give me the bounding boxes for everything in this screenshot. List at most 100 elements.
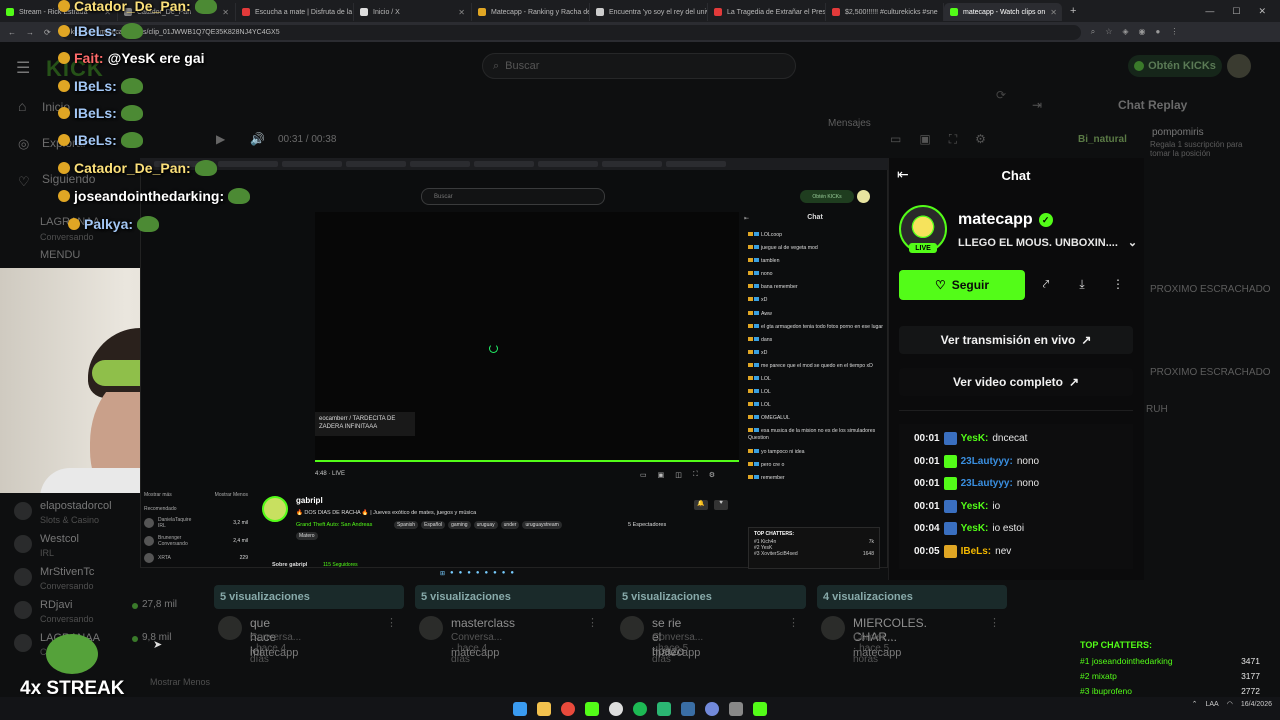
file-explorer-icon[interactable] xyxy=(537,701,551,716)
message-user[interactable]: IBeLs: xyxy=(961,546,992,557)
back-arrow-icon[interactable]: ← xyxy=(8,28,16,37)
pip-icon[interactable]: ▣ xyxy=(919,132,930,147)
bell-icon[interactable]: 🔔 xyxy=(694,500,708,510)
video-channel[interactable]: matecapp xyxy=(652,647,700,659)
theater-icon[interactable]: ▭ xyxy=(640,471,647,479)
spotify-icon[interactable] xyxy=(633,701,647,716)
star-icon[interactable]: ☆ xyxy=(1105,27,1112,37)
url-field[interactable]: kick.com/matecapp/clips/clip_01JWWB1Q7QE… xyxy=(60,24,1081,40)
video-title[interactable]: masterclass xyxy=(451,616,515,630)
stream-category[interactable]: Grand Theft Auto: San Andreas xyxy=(296,522,372,528)
channel-avatar[interactable] xyxy=(821,616,845,640)
keyboard-language[interactable]: LAA xyxy=(1206,701,1219,708)
app-icon[interactable]: ● xyxy=(467,570,471,577)
watch-live-button[interactable]: Ver transmisión en vivo ↗ xyxy=(899,326,1133,354)
zoom-icon[interactable]: ⌕ xyxy=(1091,27,1095,37)
captured-avatar[interactable] xyxy=(857,190,870,203)
get-kicks-button[interactable]: Obtén KICKs xyxy=(1128,55,1222,77)
recommended-channel[interactable]: DanielaTaquire IRL 3,2 mil xyxy=(140,517,252,529)
clip-icon[interactable]: ◫ xyxy=(675,471,682,479)
hamburger-menu-icon[interactable]: ☰ xyxy=(16,58,30,78)
follow-button[interactable]: ♡ Seguir xyxy=(899,270,1025,300)
streamer-name[interactable]: gabripl xyxy=(296,496,323,505)
video-thumbnail[interactable]: 4 visualizaciones xyxy=(817,585,1007,609)
share-icon[interactable]: ⤤ xyxy=(1038,277,1054,293)
show-less-link[interactable]: Mostrar Menos xyxy=(150,677,210,687)
recommended-channel[interactable]: Brunenger Conversando 2,4 mil xyxy=(140,535,252,547)
browser-tab[interactable]: matecapp - Watch clips on ✕ xyxy=(944,3,1062,21)
obs-icon[interactable] xyxy=(609,701,623,716)
more-options-icon[interactable]: ⋮ xyxy=(587,616,598,629)
app-icon[interactable]: ● xyxy=(450,570,454,577)
show-less-link[interactable]: Mostrar Menos xyxy=(215,492,248,498)
message-user[interactable]: YesK: xyxy=(961,433,989,444)
more-options-icon[interactable]: ⋮ xyxy=(788,616,799,629)
search-input[interactable]: ⌕ Buscar xyxy=(482,53,796,79)
show-more-link[interactable]: Mostrar más xyxy=(144,492,172,498)
more-options-icon[interactable]: ⋮ xyxy=(386,616,397,629)
refresh-icon[interactable]: ⟳ xyxy=(996,88,1006,102)
wifi-icon[interactable]: ◠ xyxy=(1227,700,1233,708)
channel-avatar[interactable] xyxy=(419,616,443,640)
browser-tab[interactable]: $2,500!!!!!! #culturekicks #sne✕ xyxy=(826,3,944,21)
fullscreen-icon[interactable]: ⛶ xyxy=(949,132,957,147)
pip-icon[interactable]: ▣ xyxy=(658,471,665,479)
message-user[interactable]: YesK: xyxy=(961,501,989,512)
collapse-chat-icon[interactable]: ⇥ xyxy=(1032,98,1042,112)
windows-start-icon[interactable] xyxy=(513,701,527,716)
video-thumbnail[interactable]: 5 visualizaciones xyxy=(415,585,605,609)
discord-icon[interactable] xyxy=(705,701,719,716)
minimize-button[interactable]: — xyxy=(1205,6,1214,16)
app-icon[interactable]: ● xyxy=(493,570,497,577)
browser-tab[interactable]: La Tragedia de Extrañar el Pres✕ xyxy=(708,3,826,21)
sidebar-channel[interactable]: MrStivenTc Conversando xyxy=(14,566,184,596)
compass-icon[interactable]: ◎ xyxy=(18,136,30,152)
more-options-icon[interactable]: ⋮ xyxy=(989,616,1000,629)
stream-tag[interactable]: under xyxy=(500,521,520,529)
stream-title-row[interactable]: LLEGO EL MOUS. UNBOXIN.... ⌄ xyxy=(958,236,1137,250)
browser-tab[interactable]: Matecapp - Ranking y Racha de✕ xyxy=(472,3,590,21)
fullscreen-icon[interactable]: ⛶ xyxy=(693,471,698,479)
close-window-button[interactable]: ✕ xyxy=(1258,6,1266,17)
forward-arrow-icon[interactable]: → xyxy=(26,28,34,37)
settings-icon[interactable]: ⚙ xyxy=(709,471,715,479)
browser-tab[interactable]: Escucha a mate | Disfruta de la✕ xyxy=(236,3,354,21)
tab-close-icon[interactable]: ✕ xyxy=(1050,8,1057,17)
heart-icon[interactable]: ♥ xyxy=(714,500,728,510)
kick-app-icon[interactable] xyxy=(585,701,599,716)
play-icon[interactable]: ▶ xyxy=(216,132,225,146)
message-user[interactable]: 23Lautyyy: xyxy=(961,456,1013,467)
app-icon[interactable]: ● xyxy=(476,570,480,577)
channel-avatar[interactable] xyxy=(218,616,242,640)
captured-progress-bar[interactable] xyxy=(315,460,739,462)
app-icon[interactable] xyxy=(657,701,671,716)
stream-tag[interactable]: uruguaystream xyxy=(522,521,562,529)
video-thumbnail[interactable]: 5 visualizaciones xyxy=(616,585,806,609)
home-icon[interactable]: ⌂ xyxy=(18,98,30,114)
steam-icon[interactable] xyxy=(681,701,695,716)
app-icon[interactable] xyxy=(753,701,767,716)
download-icon[interactable]: ⤓ xyxy=(1074,277,1090,293)
app-icon[interactable] xyxy=(729,701,743,716)
new-tab-button[interactable]: + xyxy=(1070,5,1076,17)
tab-close-icon[interactable]: ✕ xyxy=(458,8,465,17)
recommended-channel[interactable]: XRTA 229 xyxy=(140,553,252,563)
streamer-avatar[interactable] xyxy=(262,496,288,522)
message-user[interactable]: 23Lautyyy: xyxy=(961,478,1013,489)
sidebar-channel-name[interactable]: MENDU xyxy=(40,249,80,261)
app-icon[interactable]: ● xyxy=(510,570,514,577)
video-channel[interactable]: matecapp xyxy=(250,647,298,659)
captured-get-kicks-button[interactable]: Obtén KICKs xyxy=(800,190,854,203)
video-channel[interactable]: matecapp xyxy=(853,647,901,659)
stream-tag[interactable]: Spanish xyxy=(394,521,419,529)
theater-icon[interactable]: ▭ xyxy=(890,132,901,147)
watch-full-video-button[interactable]: Ver video completo ↗ xyxy=(899,368,1133,396)
settings-icon[interactable]: ⚙ xyxy=(975,132,986,147)
app-icon[interactable]: ● xyxy=(502,570,506,577)
browser-tab[interactable]: Inicio / X ✕ xyxy=(354,3,472,21)
volume-icon[interactable]: 🔊 xyxy=(250,132,265,146)
app-icon[interactable]: ● xyxy=(485,570,489,577)
reload-icon[interactable]: ⟳ xyxy=(44,28,51,37)
captured-search-input[interactable]: Buscar xyxy=(421,188,605,205)
tray-chevron-icon[interactable]: ⌃ xyxy=(1192,700,1198,708)
